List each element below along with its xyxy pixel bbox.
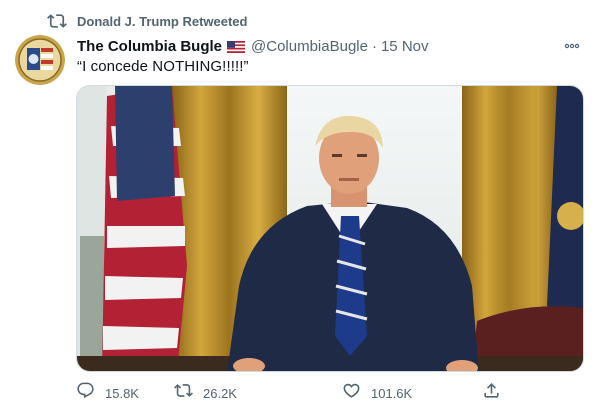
- reply-button[interactable]: 15.8K: [76, 380, 139, 406]
- share-button[interactable]: [482, 380, 501, 406]
- retweet-context-text[interactable]: Donald J. Trump Retweeted: [77, 14, 247, 29]
- tweet-actions: 15.8K 26.2K 101.6K: [76, 380, 499, 406]
- author-display-name[interactable]: The Columbia Bugle: [77, 38, 222, 55]
- like-button[interactable]: 101.6K: [342, 380, 412, 406]
- tweet-timestamp[interactable]: 15 Nov: [381, 38, 429, 55]
- heart-icon: [342, 381, 361, 405]
- tweet[interactable]: Donald J. Trump Retweeted The Columbia B…: [0, 0, 596, 411]
- like-count: 101.6K: [371, 385, 413, 401]
- retweet-icon: [47, 11, 67, 31]
- reply-count: 15.8K: [105, 385, 139, 401]
- tweet-text: “I concede NOTHING!!!!!”: [77, 58, 249, 75]
- separator-dot: ·: [371, 37, 377, 55]
- retweet-icon: [174, 381, 193, 405]
- tweet-header: The Columbia Bugle @ColumbiaBugle · 15 N…: [77, 35, 581, 57]
- retweet-count: 26.2K: [203, 385, 237, 401]
- more-options-icon[interactable]: [563, 37, 581, 55]
- reply-icon: [76, 381, 95, 405]
- us-flag-icon: [227, 40, 246, 53]
- tweet-photo[interactable]: [76, 85, 584, 372]
- author-handle[interactable]: @ColumbiaBugle: [251, 38, 368, 55]
- retweet-context: Donald J. Trump Retweeted: [47, 11, 247, 31]
- share-icon: [482, 381, 501, 405]
- avatar[interactable]: [15, 35, 65, 85]
- retweet-button[interactable]: 26.2K: [174, 380, 237, 406]
